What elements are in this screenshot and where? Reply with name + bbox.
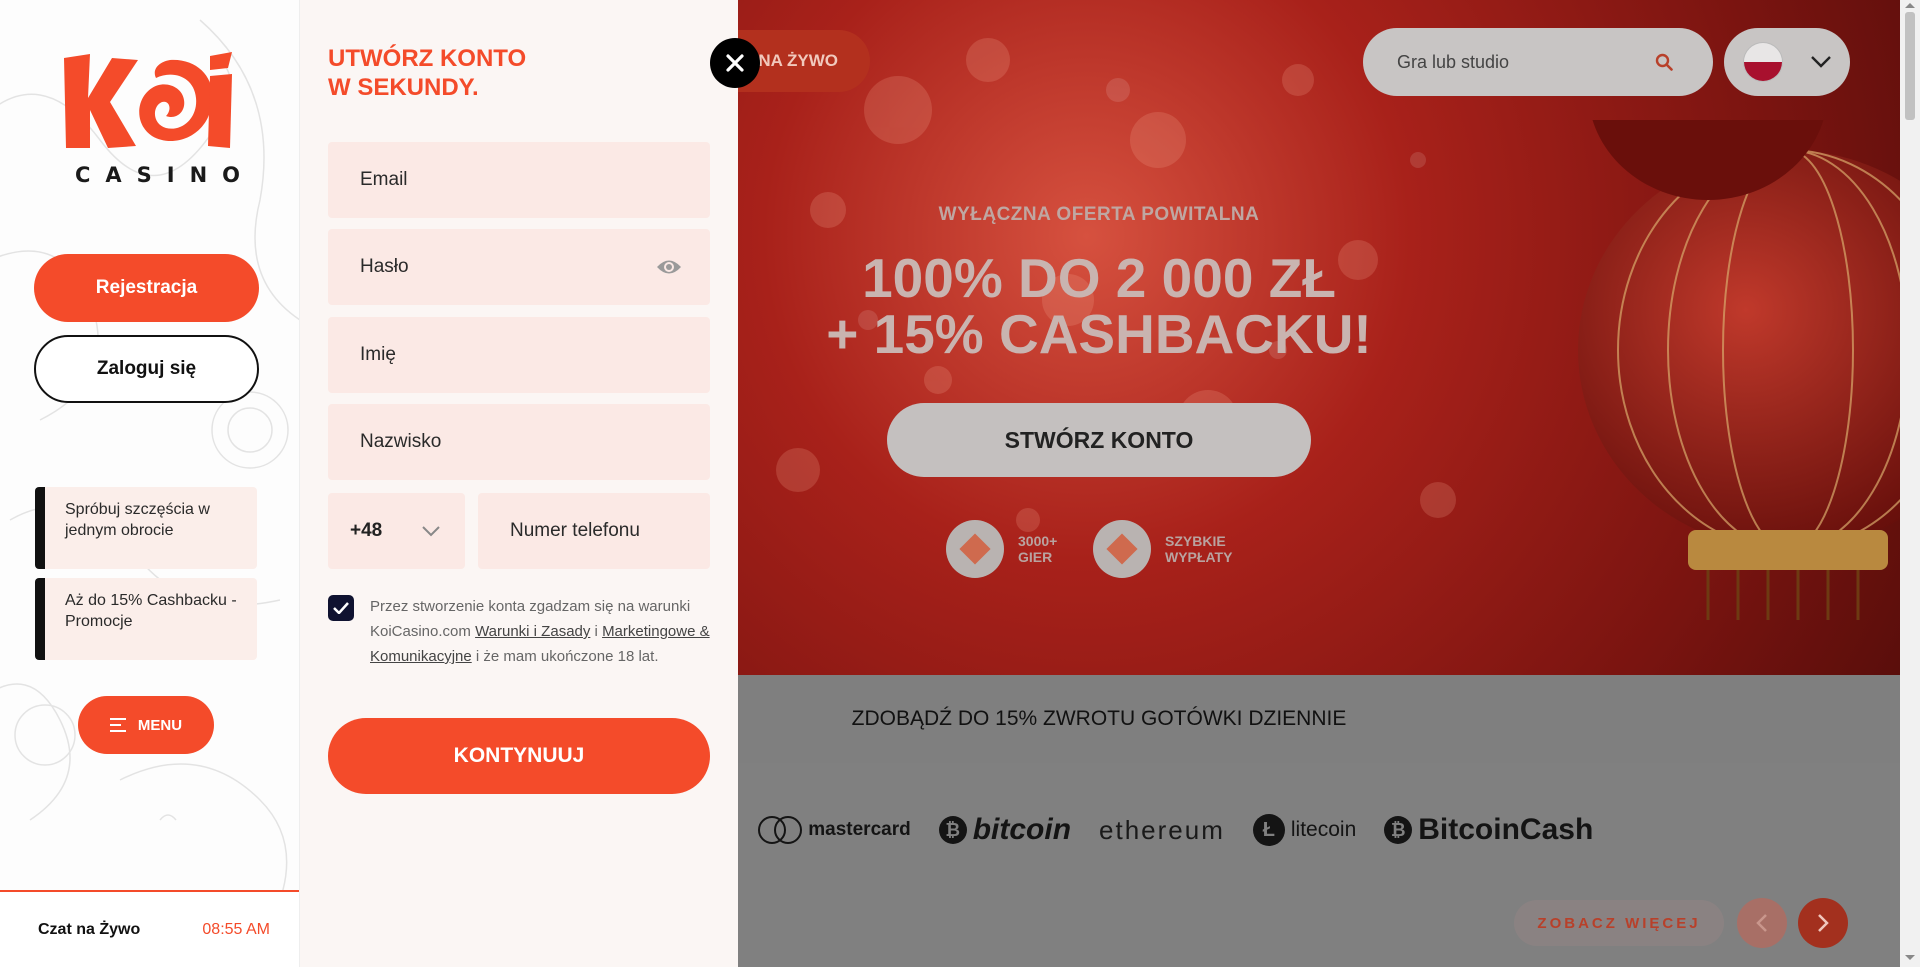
- last-name-field[interactable]: [328, 404, 710, 480]
- phone-code-value: +48: [350, 520, 383, 541]
- mastercard-icon: [758, 816, 803, 844]
- promo-card-label: Aż do 15% Cashbacku - Promocje: [65, 592, 237, 630]
- carousel-next-button[interactable]: [1798, 898, 1848, 948]
- chevron-down-icon: [422, 525, 440, 536]
- close-registration-button[interactable]: [710, 38, 760, 88]
- hero-title: 100% DO 2 000 ZŁ + 15% CASHBACKU!: [738, 250, 1460, 362]
- koi-logo-icon: [64, 52, 232, 148]
- registration-title-line1: UTWÓRZ KONTO: [328, 45, 527, 72]
- diamond-coin-icon: [1093, 520, 1151, 578]
- sidebar: CASINO Rejestracja Zaloguj się Spróbuj s…: [0, 0, 300, 967]
- main-content: NA ŻYWO Gra lub studio WYŁĄCZNA OFERTA P…: [738, 0, 1900, 967]
- promo-card-spin[interactable]: Spróbuj szczęścia w jednym obrocie: [35, 487, 257, 569]
- bitcoin-logo: ₿ bitcoin: [938, 813, 1071, 847]
- hero-kicker: WYŁĄCZNA OFERTA POWITALNA: [938, 204, 1260, 225]
- show-password-eye-icon[interactable]: [656, 256, 682, 278]
- hamburger-icon: [109, 718, 126, 732]
- scrollbar-thumb[interactable]: [1905, 12, 1915, 120]
- create-account-button[interactable]: STWÓRZ KONTO: [887, 403, 1311, 477]
- litecoin-logo: Ł litecoin: [1252, 814, 1356, 846]
- chevron-left-icon: [1756, 914, 1767, 932]
- hero-title-line2: + 15% CASHBACKU!: [826, 303, 1372, 365]
- terms-link[interactable]: Warunki i Zasady: [475, 623, 590, 640]
- first-name-field[interactable]: [328, 317, 710, 393]
- checkmark-icon: [333, 602, 349, 614]
- close-icon: [726, 54, 744, 72]
- mastercard-logo: mastercard: [758, 816, 911, 844]
- language-select[interactable]: [1724, 28, 1850, 96]
- payment-logos: a mastercard ₿ bitcoin ethereum Ł liteco…: [758, 813, 1593, 847]
- promo-card-label: Spróbuj szczęścia w jednym obrocie: [65, 501, 210, 539]
- continue-button[interactable]: KONTYNUUJ: [328, 718, 710, 794]
- cashback-banner[interactable]: ZDOBĄDŹ DO 15% ZWROTU GOTÓWKI DZIENNIE: [738, 675, 1900, 763]
- chevron-down-icon: [1811, 56, 1831, 68]
- menu-button[interactable]: MENU: [78, 696, 214, 754]
- promo-card-cashback[interactable]: Aż do 15% Cashbacku - Promocje: [35, 578, 257, 660]
- feature-payouts: SZYBKIE WYPŁATY: [1093, 520, 1232, 578]
- lantern-decoration: [1578, 120, 1900, 620]
- registration-panel: UTWÓRZ KONTO W SEKUNDY. +48 Przez stworz…: [300, 0, 738, 967]
- feature-games: 3000+ GIER: [946, 520, 1057, 578]
- search-placeholder: Gra lub studio: [1397, 51, 1510, 72]
- email-field[interactable]: [328, 142, 710, 218]
- ethereum-logo: ethereum: [1099, 814, 1225, 845]
- poland-flag-icon: [1743, 42, 1783, 82]
- consent-and: i: [594, 623, 598, 640]
- scroll-up-arrow-icon[interactable]: [1905, 3, 1915, 8]
- cashback-banner-text: ZDOBĄDŹ DO 15% ZWROTU GOTÓWKI DZIENNIE: [851, 707, 1347, 730]
- logo-wordmark: CASINO: [75, 163, 256, 187]
- bitcoincash-logo: ₿ BitcoinCash: [1384, 813, 1593, 847]
- koi-casino-logo[interactable]: CASINO: [60, 52, 256, 192]
- login-button[interactable]: Zaloguj się: [34, 335, 259, 403]
- phone-number-field[interactable]: [478, 493, 710, 569]
- page-scrollbar[interactable]: [1900, 0, 1920, 967]
- feature-text: SZYBKIE WYPŁATY: [1165, 533, 1233, 565]
- hero-banner: NA ŻYWO Gra lub studio WYŁĄCZNA OFERTA P…: [738, 0, 1900, 675]
- see-more-button[interactable]: ZOBACZ WIĘCEJ: [1514, 900, 1724, 946]
- registration-title: UTWÓRZ KONTO W SEKUNDY.: [328, 44, 628, 102]
- live-chat-bar[interactable]: Czat na Żywo 08:55 AM: [0, 890, 299, 967]
- register-button[interactable]: Rejestracja: [34, 254, 259, 322]
- consent-text: Przez stworzenie konta zgadzam się na wa…: [370, 594, 718, 669]
- live-chat-label: Czat na Żywo: [38, 920, 141, 938]
- litecoin-icon: Ł: [1252, 814, 1285, 846]
- terms-consent: Przez stworzenie konta zgadzam się na wa…: [328, 594, 718, 669]
- bitcoincash-icon: ₿: [1384, 816, 1413, 844]
- payment-methods: a mastercard ₿ bitcoin ethereum Ł liteco…: [738, 763, 1900, 967]
- carousel-prev-button[interactable]: [1737, 898, 1787, 948]
- consent-checkbox[interactable]: [328, 595, 354, 621]
- hero-title-line1: 100% DO 2 000 ZŁ: [862, 247, 1336, 309]
- bitcoin-icon: ₿: [938, 816, 967, 844]
- current-time: 08:55 AM: [202, 920, 270, 938]
- search-icon[interactable]: [1655, 53, 1673, 71]
- diamond-coin-icon: [946, 520, 1004, 578]
- phone-country-code-select[interactable]: +48: [328, 493, 465, 569]
- scroll-down-arrow-icon[interactable]: [1905, 955, 1915, 960]
- feature-text: 3000+ GIER: [1018, 533, 1058, 565]
- menu-label: MENU: [137, 716, 183, 734]
- password-field[interactable]: [328, 229, 710, 305]
- consent-suffix: i że mam ukończone 18 lat.: [475, 648, 659, 665]
- chevron-right-icon: [1818, 914, 1829, 932]
- search-input[interactable]: Gra lub studio: [1363, 28, 1713, 96]
- registration-title-line2: W SEKUNDY.: [328, 74, 479, 101]
